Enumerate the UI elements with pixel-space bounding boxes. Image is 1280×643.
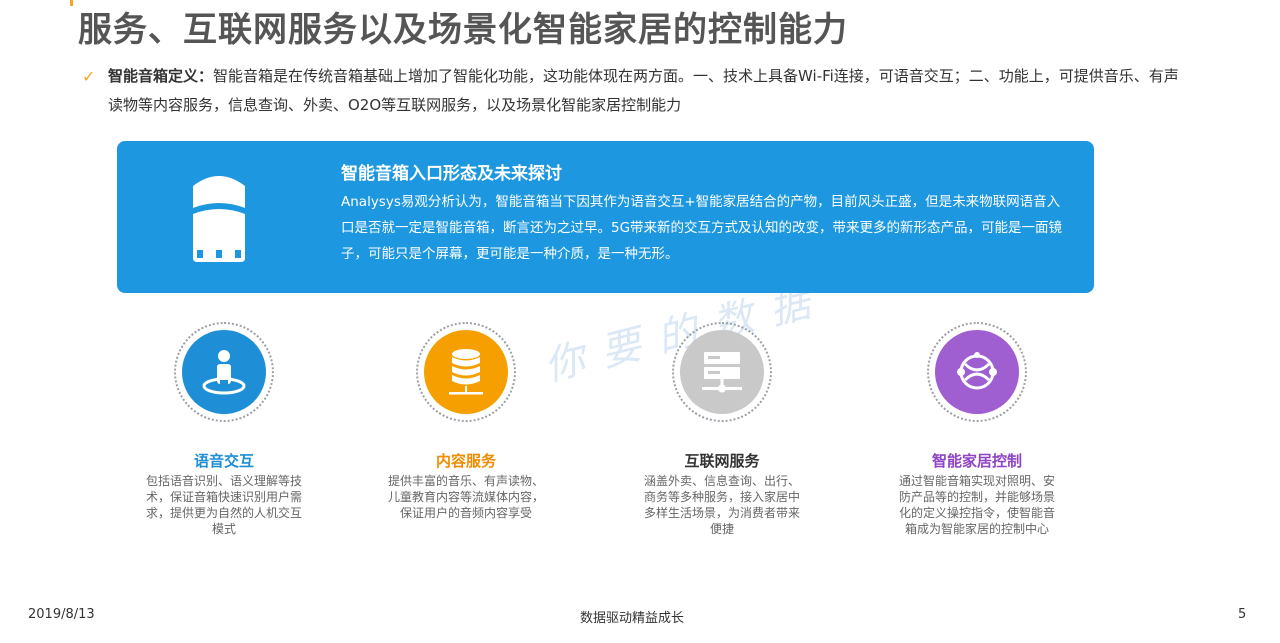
banner-title: 智能音箱入口形态及未来探讨 [341, 164, 562, 184]
corner-accent-mark [70, 0, 73, 6]
feature-title: 智能家居控制 [931, 452, 1022, 470]
info-banner: 智能音箱入口形态及未来探讨 Analysys易观分析认为，智能音箱当下因其作为语… [117, 141, 1094, 293]
feature-description: 提供丰富的音乐、有声读物、儿童教育内容等流媒体内容，保证用户的音频内容享受 [388, 474, 545, 520]
definition-text: 智能音箱是在传统音箱基础上增加了智能化功能，这功能体现在两方面。一、技术上具备W… [108, 67, 1179, 114]
feature-description: 涵盖外卖、信息查询、出行、商务等多种服务，接入家居中多样生活场景，为消费者带来便… [644, 474, 801, 536]
feature-title: 语音交互 [193, 452, 254, 470]
feature-icon-ring [672, 322, 772, 422]
banner-body: Analysys易观分析认为，智能音箱当下因其作为语音交互+智能家居结合的产物，… [341, 194, 1063, 262]
feature-icon-ring [174, 322, 274, 422]
feature-internet-service: 互联网服务 涵盖外卖、信息查询、出行、商务等多种服务，接入家居中多样生活场景，为… [627, 322, 817, 537]
person-on-platform-icon [202, 350, 246, 395]
feature-title: 内容服务 [435, 452, 496, 470]
footer-date: 2019/8/13 [28, 607, 95, 622]
slide-title: 服务、互联网服务以及场景化智能家居的控制能力 [78, 10, 848, 50]
smart-speaker-icon [193, 176, 245, 262]
page-number: 5 [1238, 607, 1247, 622]
database-icon [449, 349, 483, 395]
feature-voice-interaction: 语音交互 包括语音识别、语义理解等技术，保证音箱快速识别用户需求，提供更为自然的… [129, 322, 319, 537]
footer-slogan: 数据驱动精益成长 [580, 611, 685, 626]
feature-description: 包括语音识别、语义理解等技术，保证音箱快速识别用户需求，提供更为自然的人机交互模… [146, 474, 303, 536]
network-globe-icon [957, 352, 997, 390]
feature-smart-home-control: 智能家居控制 通过智能音箱实现对照明、安防产品等的控制，并能够场景化的定义操控指… [882, 322, 1072, 537]
server-network-icon [702, 352, 742, 393]
feature-icon-ring [927, 322, 1027, 422]
feature-title: 互联网服务 [684, 452, 760, 470]
definition-paragraph: ✓ 智能音箱定义：智能音箱是在传统音箱基础上增加了智能化功能，这功能体现在两方面… [82, 62, 1182, 120]
feature-icon-ring [416, 322, 516, 422]
definition-label: 智能音箱定义： [108, 67, 214, 85]
feature-description: 通过智能音箱实现对照明、安防产品等的控制，并能够场景化的定义操控指令，使智能音箱… [899, 474, 1056, 536]
checkmark-icon: ✓ [82, 67, 96, 86]
feature-content-service: 内容服务 提供丰富的音乐、有声读物、儿童教育内容等流媒体内容，保证用户的音频内容… [371, 322, 561, 521]
